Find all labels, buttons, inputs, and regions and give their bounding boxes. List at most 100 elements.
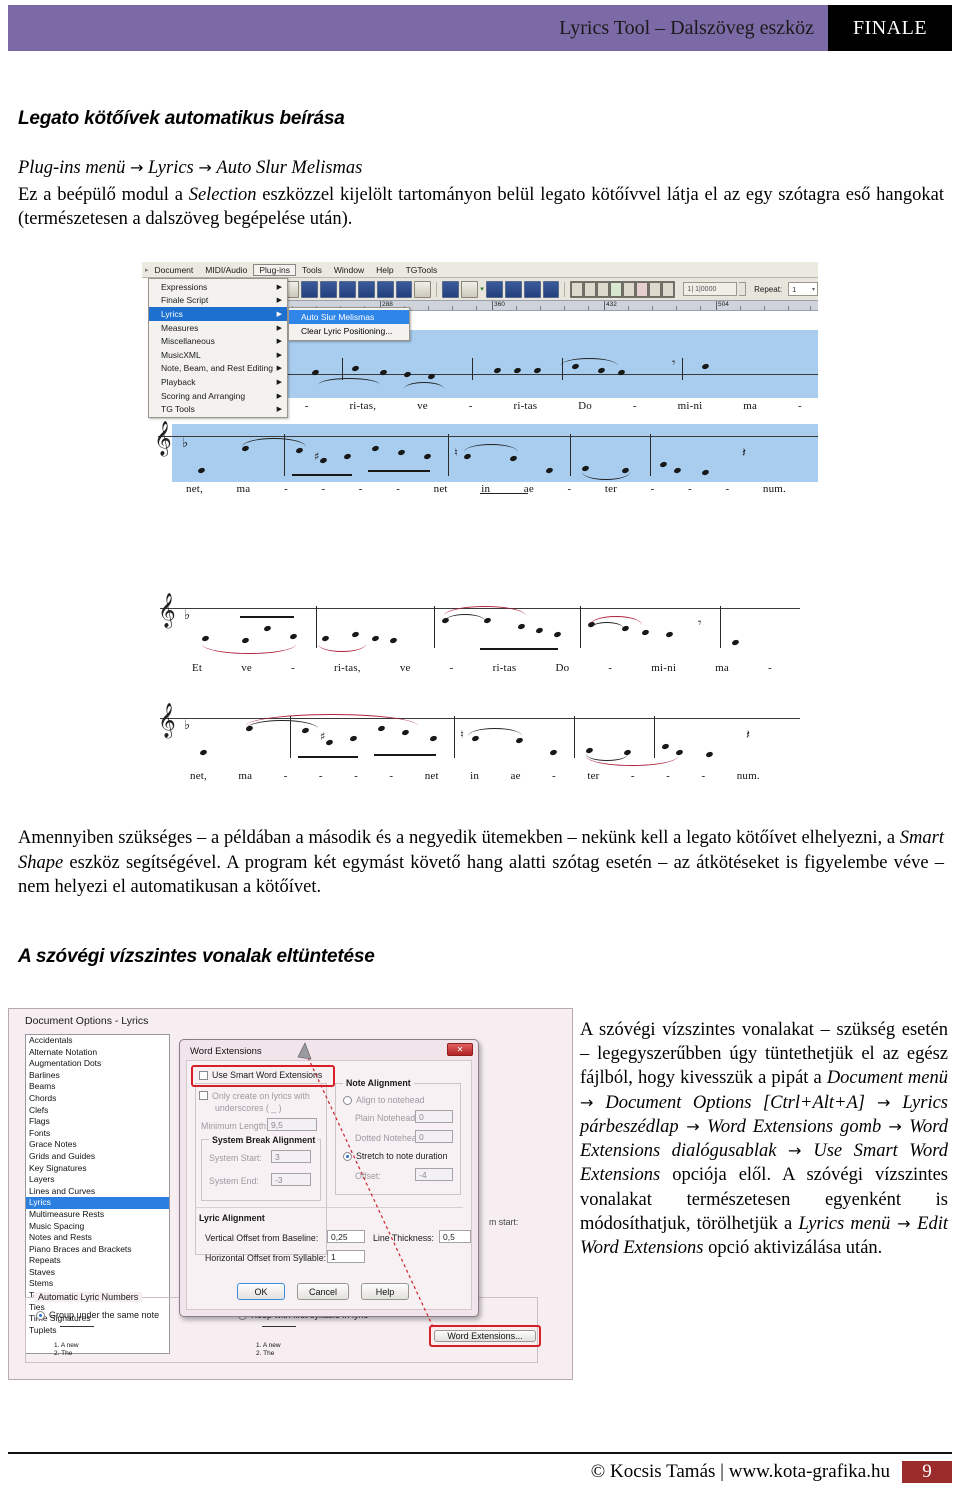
menu-item-help[interactable]: Help [370,265,399,275]
category-notes-and-rests[interactable]: Notes and Rests [26,1232,169,1244]
transport-prev-icon[interactable] [597,281,610,297]
toolbar-icon-lyrics[interactable] [319,280,337,298]
category-chords[interactable]: Chords [26,1093,169,1105]
plugins-item-playback[interactable]: Playback ▶ [149,375,287,389]
transport-controls[interactable] [570,280,676,298]
category-layers[interactable]: Layers [26,1174,169,1186]
category-clefs[interactable]: Clefs [26,1105,169,1117]
field-system-start[interactable]: 3 [271,1150,311,1163]
page-number: 9 [902,1460,952,1483]
transport-next-icon[interactable] [649,281,662,297]
transport-end-icon[interactable] [662,281,675,297]
menu-item-document[interactable]: Document [149,265,200,275]
category-lines-and-curves[interactable]: Lines and Curves [26,1186,169,1198]
cancel-button[interactable]: Cancel [297,1283,349,1300]
transport-record-icon[interactable] [636,281,649,297]
field-dotted-notehead[interactable]: 0 [415,1130,453,1143]
toolbar-dropdown-caret-icon[interactable]: ▾ [480,285,484,293]
plugins-item-finale-script[interactable]: Finale Script ▶ [149,294,287,308]
toolbar-icon-library[interactable] [542,280,560,298]
ok-button[interactable]: OK [237,1283,285,1300]
plugins-item-miscellaneous[interactable]: Miscellaneous ▶ [149,334,287,348]
menu-item-midiaudio[interactable]: MIDI/Audio [199,265,253,275]
field-vertical-offset[interactable]: 0,25 [327,1230,365,1243]
menu-item-tools[interactable]: Tools [296,265,328,275]
category-grace-notes[interactable]: Grace Notes [26,1139,169,1151]
transport-position-field[interactable]: 1| 1|0000 [683,282,738,296]
use-smart-word-extensions-checkbox-row[interactable]: Use Smart Word Extensions [199,1070,322,1080]
transport-position-spinner[interactable] [739,282,747,296]
radio-icon-stretch-duration[interactable] [343,1151,352,1161]
category-stems[interactable]: Stems [26,1278,169,1290]
radio-icon-group-under[interactable] [36,1310,45,1320]
field-offset[interactable]: -4 [415,1168,453,1181]
radio-group-under-same-note[interactable]: Group under the same note [36,1310,159,1320]
category-flags[interactable]: Flags [26,1116,169,1128]
plugins-item-expressions[interactable]: Expressions ▶ [149,280,287,294]
plugins-item-lyrics[interactable]: Lyrics ▶ [149,307,287,321]
toolbar-icon-book[interactable] [504,280,522,298]
category-augmentation-dots[interactable]: Augmentation Dots [26,1058,169,1070]
category-repeats[interactable]: Repeats [26,1255,169,1267]
checkbox-icon-only-create[interactable] [199,1091,208,1100]
menu-item-tgtools[interactable]: TGTools [400,265,444,275]
toolbar-icon-chord[interactable] [338,280,356,298]
radio-stretch-to-duration[interactable]: Stretch to note duration [343,1151,447,1161]
category-multimeasure-rests[interactable]: Multimeasure Rests [26,1209,169,1221]
field-line-thickness[interactable]: 0,5 [439,1230,471,1243]
submenu-item-clear-lyric-positioning[interactable]: Clear Lyric Positioning... [289,324,409,338]
word-extensions-dialog[interactable]: Word Extensions ✕ Use Smart Word Extensi… [179,1039,479,1317]
plugins-item-scoring-arranging[interactable]: Scoring and Arranging ▶ [149,389,287,403]
plugins-dropdown-menu[interactable]: Expressions ▶ Finale Script ▶ Lyrics ▶ Meas… [148,278,288,418]
radio-align-to-notehead[interactable]: Align to notehead [343,1095,424,1105]
submenu-item-auto-slur-melismas[interactable]: Auto Slur Melismas [289,310,409,324]
only-create-checkbox-row[interactable]: Only create on lyrics with [199,1091,310,1101]
category-staves[interactable]: Staves [26,1267,169,1279]
toolbar-icon-smart-shape[interactable] [357,280,375,298]
lyrics-submenu[interactable]: Auto Slur Melismas Clear Lyric Positioni… [288,307,410,341]
radio-icon-align-notehead[interactable] [343,1095,352,1105]
category-beams[interactable]: Beams [26,1081,169,1093]
toolbar-icon-scan[interactable] [523,280,541,298]
category-accidentals[interactable]: Accidentals [26,1035,169,1047]
field-horizontal-offset[interactable]: 1 [327,1250,365,1263]
category-barlines[interactable]: Barlines [26,1070,169,1082]
finale-menubar[interactable]: ▸ Document MIDI/Audio Plug-ins Tools Win… [142,262,818,278]
checkbox-icon-use-smart[interactable] [199,1070,208,1080]
repeat-chevron-down-icon[interactable]: ▾ [812,286,815,293]
plugins-item-musicxml[interactable]: MusicXML ▶ [149,348,287,362]
plugins-item-tg-tools[interactable]: TG Tools ▶ [149,402,287,416]
lyric-syllable: net [433,483,448,495]
toolbar-icon-folder[interactable] [442,280,460,298]
finale-toolbar[interactable]: ▾ 1| 1|0000 Repeat: 1 ▾ [280,278,819,300]
toolbar-icon-page[interactable] [414,280,432,298]
category-lyrics[interactable]: Lyrics [26,1197,169,1209]
field-minimum-length[interactable]: 9,5 [267,1118,317,1131]
field-plain-notehead[interactable]: 0 [415,1110,453,1123]
transport-play-icon[interactable] [610,281,623,297]
category-grids-and-guides[interactable]: Grids and Guides [26,1151,169,1163]
repeat-select[interactable]: 1 ▾ [788,282,819,296]
close-icon[interactable]: ✕ [447,1043,473,1056]
toolbar-icon-open[interactable] [485,280,503,298]
plugins-item-note-beam-rest[interactable]: Note, Beam, and Rest Editing ▶ [149,362,287,376]
category-piano-braces-and-brackets[interactable]: Piano Braces and Brackets [26,1244,169,1256]
transport-rewind-icon[interactable] [584,281,597,297]
category-alternate-notation[interactable]: Alternate Notation [26,1047,169,1059]
category-fonts[interactable]: Fonts [26,1128,169,1140]
toolbar-icon-text[interactable] [376,280,394,298]
toolbar-icon-document[interactable] [461,280,479,298]
help-button[interactable]: Help [361,1283,409,1300]
word-extensions-button[interactable]: Word Extensions... [434,1330,536,1342]
transport-pause-icon[interactable] [623,281,636,297]
menu-item-plugins[interactable]: Plug-ins [253,263,297,276]
field-system-end[interactable]: -3 [271,1173,311,1186]
transport-start-icon[interactable] [571,281,584,297]
document-options-dialog[interactable]: Document Options - Lyrics Accidentals Al… [8,1008,573,1380]
menu-item-window[interactable]: Window [328,265,370,275]
toolbar-icon-speedy-entry[interactable] [300,280,318,298]
category-key-signatures[interactable]: Key Signatures [26,1163,169,1175]
plugins-item-measures[interactable]: Measures ▶ [149,321,287,335]
toolbar-icon-percent[interactable] [395,280,413,298]
category-music-spacing[interactable]: Music Spacing [26,1221,169,1233]
